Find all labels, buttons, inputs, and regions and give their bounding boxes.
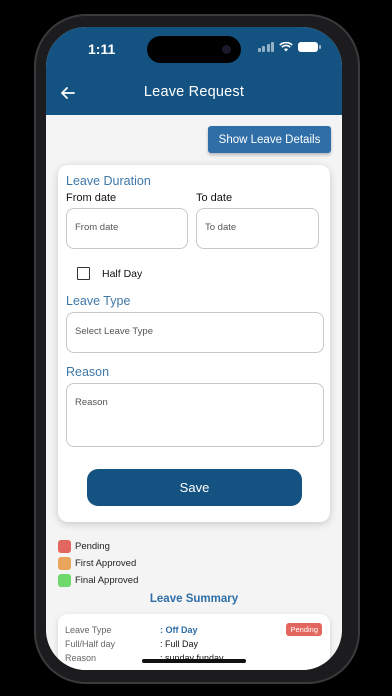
wifi-icon: [279, 42, 293, 52]
summary-row-leave-type: Leave Type : Off Day: [65, 625, 198, 635]
leave-type-select[interactable]: Select Leave Type: [66, 312, 324, 353]
summary-value: : Full Day: [160, 639, 199, 649]
legend-item-first-approved: First Approved: [58, 555, 138, 572]
battery-icon: [298, 42, 321, 52]
to-date-label: To date: [196, 192, 233, 204]
status-icons: [257, 42, 321, 52]
legend-item-pending: Pending: [58, 538, 138, 555]
app-bar: 1:11 Leave Request: [46, 27, 342, 115]
status-legend: Pending First Approved Final Approved: [58, 538, 138, 589]
summary-key: Full/Half day: [65, 639, 116, 649]
to-date-input[interactable]: To date: [196, 208, 319, 249]
first-approved-swatch: [58, 557, 71, 570]
leave-duration-title: Leave Duration: [66, 174, 151, 188]
leave-type-title: Leave Type: [66, 294, 131, 308]
reason-title: Reason: [66, 365, 110, 379]
page-title: Leave Request: [143, 84, 245, 100]
legend-label: First Approved: [75, 558, 137, 569]
status-time: 1:11: [88, 41, 116, 57]
leave-summary-title: Leave Summary: [149, 593, 239, 605]
status-badge: Pending: [286, 623, 322, 636]
summary-value: : Off Day: [160, 625, 198, 635]
final-approved-swatch: [58, 574, 71, 587]
home-indicator[interactable]: [142, 659, 246, 663]
reason-input[interactable]: Reason: [66, 383, 324, 447]
signal-icon: [257, 42, 274, 52]
legend-label: Pending: [75, 541, 110, 552]
show-leave-details-button[interactable]: Show Leave Details: [208, 126, 331, 153]
summary-row-full-half: Full/Half day : Full Day: [65, 639, 198, 649]
from-date-input[interactable]: From date: [66, 208, 188, 249]
half-day-checkbox[interactable]: [77, 267, 90, 280]
save-button[interactable]: Save: [87, 469, 302, 506]
leave-form-card: Leave Duration From date To date From da…: [58, 165, 330, 522]
app-screen: 1:11 Leave Request Show Leave Details Le…: [46, 27, 342, 670]
legend-label: Final Approved: [75, 575, 139, 586]
half-day-label: Half Day: [102, 268, 143, 280]
from-date-label: From date: [66, 192, 117, 204]
legend-item-final-approved: Final Approved: [58, 572, 138, 589]
dynamic-island: [147, 36, 241, 63]
pending-swatch: [58, 540, 71, 553]
summary-key: Leave Type: [65, 625, 112, 635]
